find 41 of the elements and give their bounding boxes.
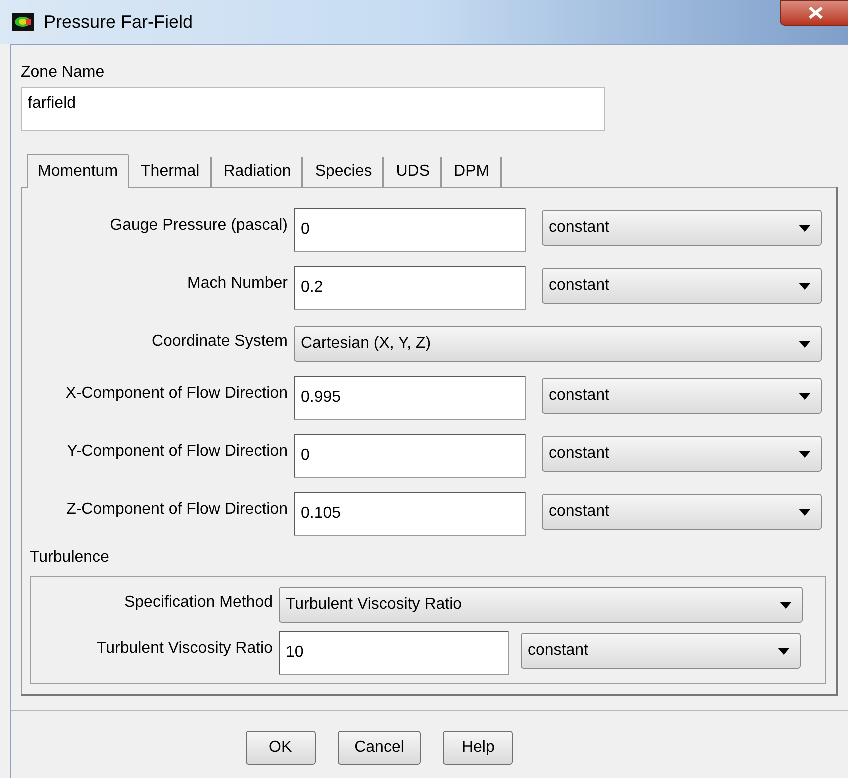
window-title: Pressure Far-Field bbox=[44, 10, 194, 34]
zone-name-field[interactable]: farfield bbox=[21, 87, 605, 131]
caret-icon bbox=[778, 648, 790, 654]
field-label: Mach Number bbox=[186, 274, 288, 294]
dropdown[interactable]: constant bbox=[542, 494, 822, 530]
caret-icon bbox=[799, 508, 811, 516]
tab[interactable]: Momentum bbox=[27, 154, 130, 188]
field-label: Y-Component of Flow Direction bbox=[66, 442, 288, 462]
caret-icon bbox=[799, 450, 811, 458]
dialog-button[interactable]: Help bbox=[443, 731, 514, 765]
caret-icon bbox=[799, 282, 811, 290]
dropdown[interactable]: constant bbox=[542, 210, 822, 246]
field-label: Gauge Pressure (pascal) bbox=[109, 216, 288, 236]
dialog-button[interactable]: Cancel bbox=[338, 731, 422, 765]
field-label: Turbulent Viscosity Ratio bbox=[96, 639, 273, 659]
field-label: Z-Component of Flow Direction bbox=[66, 500, 288, 520]
field-label: Specification Method bbox=[123, 593, 273, 613]
dropdown[interactable]: constant bbox=[542, 436, 822, 472]
zone-name-label: Zone Name bbox=[21, 63, 106, 83]
dropdown[interactable]: constant bbox=[542, 378, 822, 414]
close-button[interactable] bbox=[780, 0, 848, 26]
close-icon bbox=[809, 7, 823, 19]
input-field[interactable]: 0 bbox=[294, 434, 526, 478]
dropdown[interactable]: Cartesian (X, Y, Z) bbox=[294, 326, 822, 362]
caret-icon bbox=[799, 392, 811, 400]
field-label: X-Component of Flow Direction bbox=[64, 384, 288, 404]
dropdown[interactable]: constant bbox=[521, 633, 801, 669]
app-icon bbox=[12, 13, 34, 31]
group-title: Turbulence bbox=[30, 548, 110, 568]
field-label: Coordinate System bbox=[150, 332, 288, 352]
dropdown[interactable]: constant bbox=[542, 268, 822, 304]
caret-icon bbox=[780, 602, 792, 608]
input-field[interactable]: 0.995 bbox=[294, 376, 526, 420]
caret-icon bbox=[799, 340, 811, 348]
dropdown[interactable]: Turbulent Viscosity Ratio bbox=[279, 587, 803, 623]
input-field[interactable]: 0 bbox=[294, 208, 526, 252]
input-field[interactable]: 0.2 bbox=[294, 266, 526, 310]
caret-icon bbox=[799, 224, 811, 232]
input-field[interactable]: 0.105 bbox=[294, 492, 526, 536]
input-field[interactable]: 10 bbox=[279, 631, 509, 675]
dialog-button[interactable]: OK bbox=[246, 731, 316, 765]
